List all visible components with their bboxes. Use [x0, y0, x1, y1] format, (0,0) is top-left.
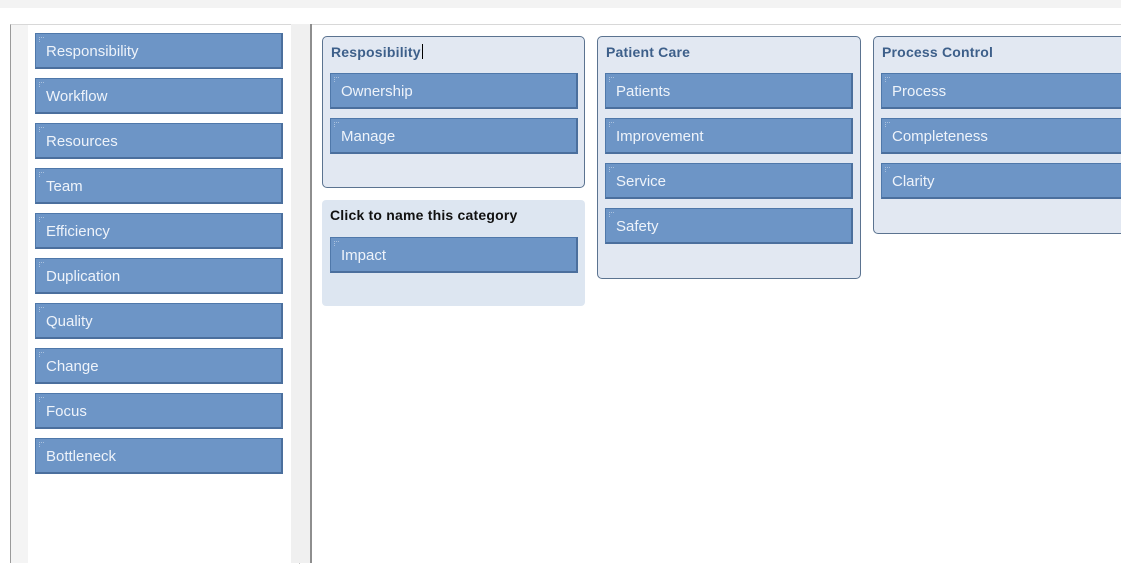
category-card[interactable]: Patients — [605, 73, 853, 109]
pool-card[interactable]: Focus — [35, 393, 283, 429]
category-title[interactable]: Patient Care — [606, 44, 690, 60]
category-card[interactable]: Process — [881, 73, 1121, 109]
pool-card[interactable]: Resources — [35, 123, 283, 159]
category-card[interactable]: Clarity — [881, 163, 1121, 199]
category-title-placeholder[interactable]: Click to name this category — [330, 207, 517, 223]
category-responsibility[interactable]: Resposibility — [322, 36, 585, 188]
category-card[interactable]: Manage — [330, 118, 578, 154]
pool-card[interactable]: Workflow — [35, 78, 283, 114]
category-title-input[interactable]: Resposibility — [331, 44, 423, 60]
window-top-strip — [0, 0, 1121, 8]
pool-card[interactable]: Quality — [35, 303, 283, 339]
pool-card[interactable]: Change — [35, 348, 283, 384]
category-card[interactable]: Ownership — [330, 73, 578, 109]
category-card[interactable]: Service — [605, 163, 853, 199]
category-card[interactable]: Completeness — [881, 118, 1121, 154]
pool-card[interactable]: Efficiency — [35, 213, 283, 249]
panel-divider — [291, 24, 312, 563]
pool-card[interactable]: Team — [35, 168, 283, 204]
pool-card[interactable]: Responsibility — [35, 33, 283, 69]
category-card[interactable]: Impact — [330, 237, 578, 273]
category-card[interactable]: Safety — [605, 208, 853, 244]
category-title[interactable]: Process Control — [882, 44, 993, 60]
category-card[interactable]: Improvement — [605, 118, 853, 154]
pool-card[interactable]: Duplication — [35, 258, 283, 294]
pool-card[interactable]: Bottleneck — [35, 438, 283, 474]
